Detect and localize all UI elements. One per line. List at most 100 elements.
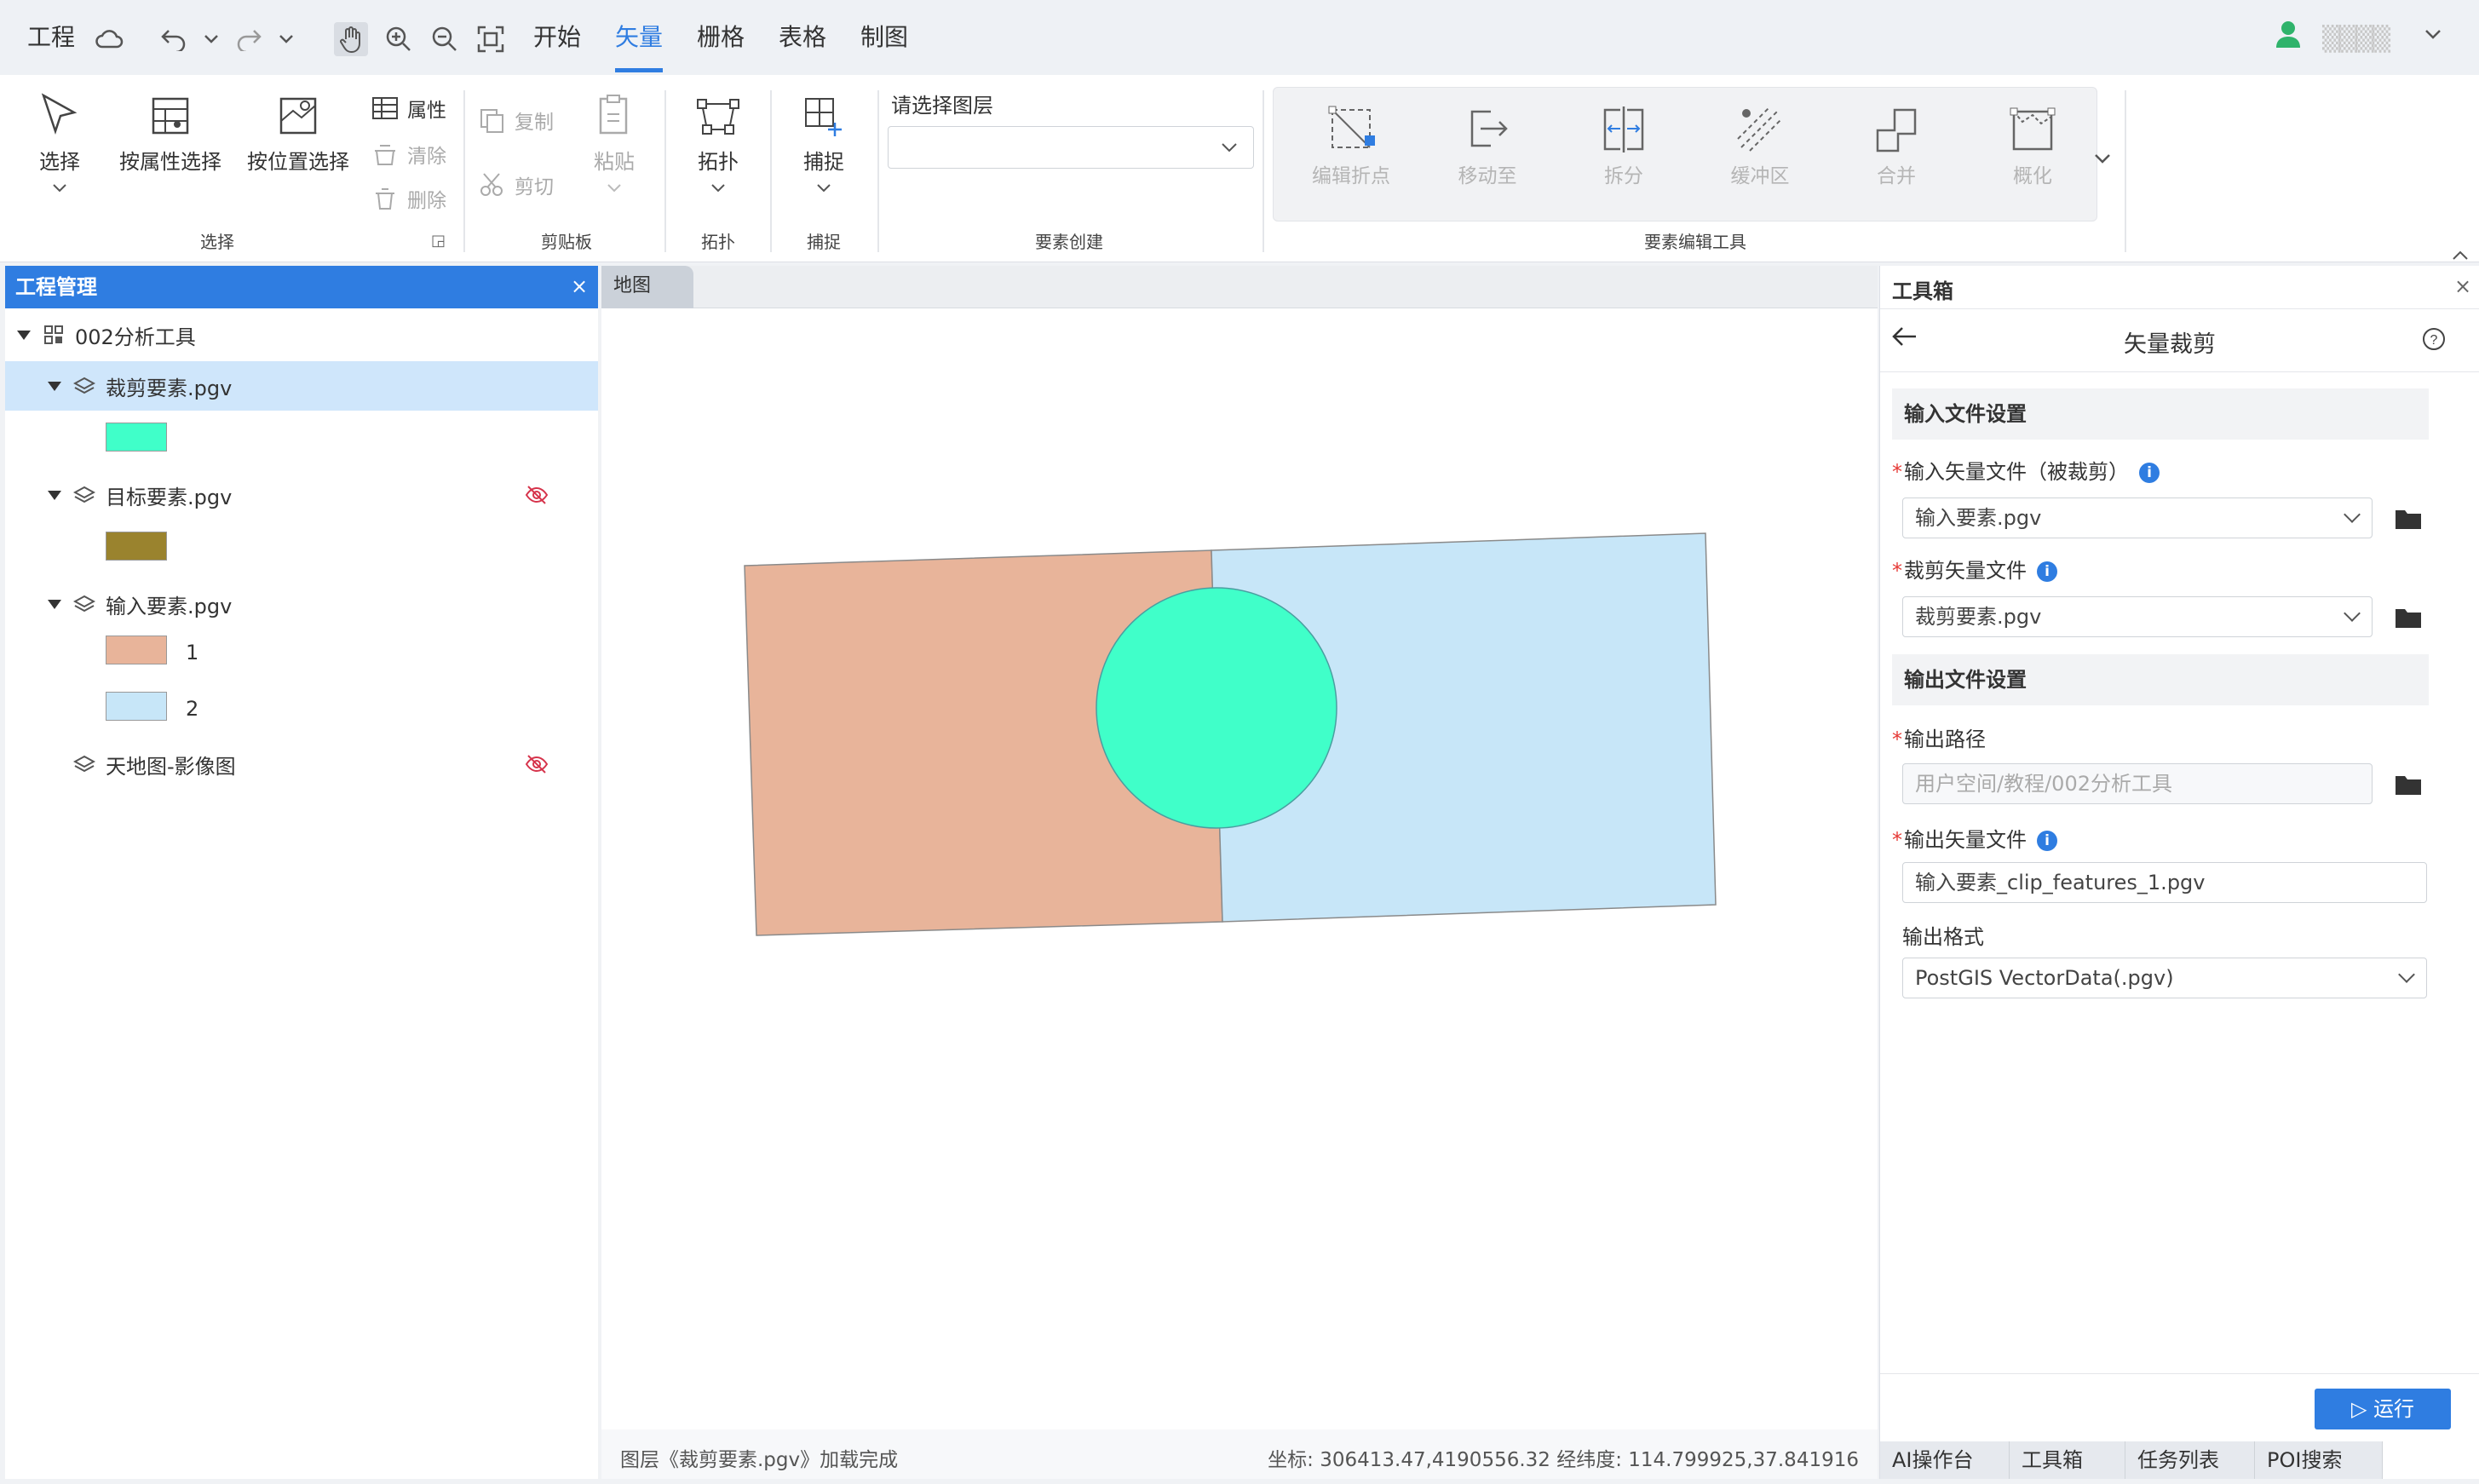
snap-dropdown-icon	[817, 184, 831, 193]
map-view: 地图 图层《裁剪要素.pgv》加载完成 坐标: 306413.47,419055…	[601, 266, 1878, 1479]
output-format-select[interactable]: PostGIS VectorData(.pgv)	[1902, 958, 2427, 998]
project-panel-close-icon[interactable]: ×	[571, 274, 588, 298]
divider	[1880, 1373, 2479, 1374]
project-panel-title: 工程管理	[15, 275, 97, 299]
help-icon[interactable]: ?	[2422, 327, 2446, 356]
topology-button[interactable]: 拓扑	[682, 92, 755, 198]
run-button[interactable]: ▷ 运行	[2315, 1389, 2451, 1429]
folder-icon[interactable]	[2395, 508, 2422, 530]
redo-icon[interactable]	[232, 22, 266, 56]
output-vector-label: *输出矢量文件 i	[1892, 823, 2057, 853]
group-label-clipboard: 剪贴板	[541, 232, 592, 252]
copy-button[interactable]: 复制	[479, 106, 554, 135]
tab-task-list[interactable]: 任务列表	[2125, 1441, 2255, 1479]
tree-layer-basemap[interactable]: 天地图-影像图	[5, 739, 598, 789]
layer-label: 天地图-影像图	[106, 754, 236, 779]
merge-button[interactable]: 合并	[1832, 105, 1960, 188]
zoom-in-icon[interactable]	[382, 22, 416, 56]
delete-button[interactable]: 删除	[371, 184, 446, 213]
group-label-select: 选择	[200, 232, 234, 252]
location-select-button[interactable]: 按位置选择	[239, 92, 358, 175]
tree-layer-clip-features[interactable]: 裁剪要素.pgv	[5, 361, 598, 411]
project-menu[interactable]: 工程	[27, 20, 75, 55]
buffer-button[interactable]: 缓冲区	[1696, 105, 1824, 188]
map-tab[interactable]: 地图	[601, 266, 693, 308]
attribute-select-button[interactable]: 按属性选择	[111, 92, 230, 175]
visibility-off-icon[interactable]	[525, 484, 549, 511]
tab-table[interactable]: 表格	[779, 20, 826, 55]
collapse-ribbon-icon[interactable]	[2452, 242, 2469, 266]
generalize-icon	[2010, 107, 2056, 151]
tree-layer-input-features[interactable]: 输入要素.pgv	[5, 579, 598, 629]
group-expand-icon[interactable]: ◲	[431, 232, 446, 250]
group-divider	[770, 90, 772, 252]
layer-stack-icon	[73, 755, 95, 773]
user-menu-chevron-icon[interactable]	[2416, 17, 2450, 51]
legend-swatch-clip	[106, 423, 167, 452]
legend-swatch-class-1	[106, 636, 167, 664]
project-icon	[44, 325, 63, 344]
clear-icon	[375, 145, 395, 165]
clear-label: 清除	[407, 146, 446, 168]
output-path-input[interactable]: 用户空间/教程/002分析工具	[1902, 763, 2373, 804]
tab-poi-search[interactable]: POI搜索	[2255, 1441, 2383, 1479]
split-button[interactable]: 拆分	[1560, 105, 1688, 188]
folder-icon[interactable]	[2395, 607, 2422, 629]
layer-label: 裁剪要素.pgv	[106, 376, 233, 400]
clip-feature-circle[interactable]	[1096, 587, 1337, 829]
group-divider	[664, 90, 666, 252]
clip-vector-select[interactable]: 裁剪要素.pgv	[1902, 596, 2373, 637]
scissors-icon	[480, 173, 503, 196]
tab-ai-console[interactable]: AI操作台	[1880, 1441, 2010, 1479]
tab-cartography[interactable]: 制图	[860, 20, 908, 55]
tree-layer-target-features[interactable]: 目标要素.pgv	[5, 470, 598, 520]
input-settings-section: 输入文件设置	[1892, 388, 2429, 440]
zoom-out-icon[interactable]	[428, 22, 462, 56]
visibility-off-icon[interactable]	[525, 753, 549, 780]
chevron-down-icon	[1222, 143, 1237, 152]
cut-button[interactable]: 剪切	[479, 170, 554, 199]
paste-button[interactable]: 粘贴	[584, 92, 644, 198]
move-to-button[interactable]: 移动至	[1424, 105, 1551, 188]
select-button[interactable]: 选择	[26, 92, 94, 198]
output-vector-input[interactable]: 输入要素_clip_features_1.pgv	[1902, 862, 2427, 903]
chevron-down-icon	[2398, 966, 2415, 983]
divider	[1880, 371, 2479, 372]
edit-tools-expand-icon[interactable]	[2094, 145, 2111, 169]
edit-vertex-icon	[1328, 106, 1375, 148]
tree-root[interactable]: 002分析工具	[5, 310, 598, 359]
edit-vertex-button[interactable]: 编辑折点	[1287, 105, 1415, 188]
toolbox-title: 工具箱	[1892, 279, 1953, 303]
topology-label: 拓扑	[698, 150, 739, 174]
generalize-button[interactable]: 概化	[1969, 105, 2097, 188]
folder-icon[interactable]	[2395, 774, 2422, 796]
layer-select-dropdown[interactable]	[888, 126, 1254, 169]
attribute-label: 属性	[407, 100, 446, 122]
edit-tool-label: 缓冲区	[1730, 165, 1790, 187]
undo-dropdown-icon[interactable]	[194, 22, 228, 56]
pan-hand-icon[interactable]	[334, 22, 368, 56]
input-vector-select[interactable]: 输入要素.pgv	[1902, 498, 2373, 538]
output-format-label: 输出格式	[1902, 925, 1984, 949]
map-canvas[interactable]	[601, 310, 1878, 1428]
toolbox-close-icon[interactable]: ×	[2454, 274, 2471, 298]
cloud-icon[interactable]	[92, 22, 126, 56]
output-path-label: *输出路径	[1892, 728, 1986, 751]
project-panel: 工程管理 × 002分析工具 裁剪要素.pgv 目标要素.pgv 输入要素.pg…	[5, 266, 598, 1479]
full-extent-icon[interactable]	[474, 22, 508, 56]
redo-dropdown-icon[interactable]	[269, 22, 303, 56]
tab-raster[interactable]: 栅格	[697, 20, 745, 55]
snap-button[interactable]: 捕捉	[787, 92, 860, 198]
tab-vector[interactable]: 矢量	[615, 20, 663, 55]
info-icon: i	[2037, 831, 2057, 851]
user-icon[interactable]	[2271, 17, 2305, 51]
layer-stack-icon	[73, 595, 95, 613]
svg-text:?: ?	[2430, 333, 2438, 348]
clip-vector-label: *裁剪矢量文件 i	[1892, 554, 2057, 584]
tab-toolbox[interactable]: 工具箱	[2010, 1441, 2125, 1479]
clear-button[interactable]: 清除	[371, 140, 446, 169]
attribute-button[interactable]: 属性	[371, 94, 446, 123]
undo-icon[interactable]	[157, 22, 191, 56]
tab-start[interactable]: 开始	[533, 20, 581, 55]
back-arrow-icon[interactable]	[1892, 325, 1918, 353]
